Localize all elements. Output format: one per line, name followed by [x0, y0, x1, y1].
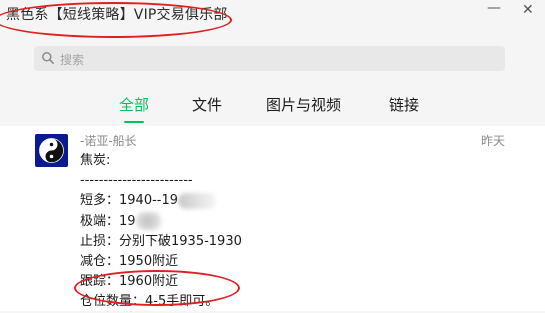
close-button[interactable]: ✕ [522, 2, 534, 18]
message-timestamp: 昨天 [481, 134, 506, 148]
message-line: 短多：1940--19 [80, 191, 510, 211]
minimize-button[interactable]: — [487, 0, 501, 16]
tab-all[interactable]: 全部 [119, 94, 149, 115]
search-input[interactable] [58, 46, 502, 73]
message-line: 仓位数量：4-5手即可。 [80, 294, 219, 310]
message-list: -诺亚-船长 昨天 焦炭: ------------------------ 短… [0, 126, 545, 311]
message-line: 焦炭: [80, 153, 111, 168]
message-text: 焦炭: ------------------------ 短多：1940--19… [80, 151, 510, 313]
title-bar: 黑色系【短线策略】VIP交易俱乐部 — ✕ [0, 0, 545, 34]
redaction-blur [135, 212, 162, 231]
message-line: ------------------------ [80, 173, 193, 189]
tab-links[interactable]: 链接 [389, 94, 419, 115]
avatar[interactable] [35, 134, 68, 167]
message-line: 跟踪：1960附近 [80, 274, 179, 290]
filter-tabs: 全部 文件 图片与视频 链接 [0, 94, 545, 124]
active-tab-indicator [124, 121, 144, 123]
tab-images-videos[interactable]: 图片与视频 [266, 94, 341, 115]
message-line: 极端：19 [80, 212, 510, 232]
redaction-blur [178, 192, 217, 209]
chat-title: 黑色系【短线策略】VIP交易俱乐部 [6, 7, 228, 23]
yin-yang-icon [39, 138, 64, 163]
sender-name: -诺亚-船长 [80, 134, 137, 148]
search-bar[interactable] [34, 46, 505, 73]
search-icon [42, 52, 54, 64]
message-line: 减仓：1950附近 [80, 253, 179, 269]
tab-files[interactable]: 文件 [192, 94, 222, 115]
message-line: 止损：分别下破1935-1930 [80, 233, 242, 249]
